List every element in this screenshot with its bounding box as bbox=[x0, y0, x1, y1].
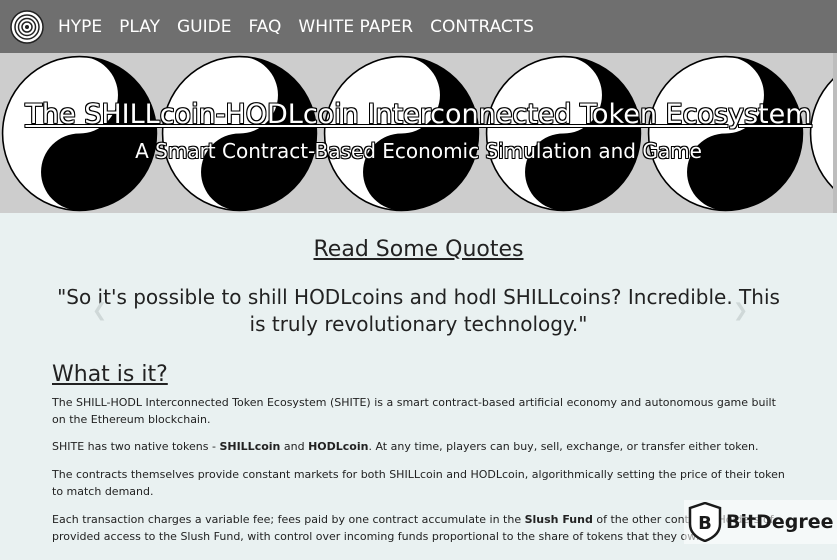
yin-yang-icon bbox=[161, 55, 318, 212]
yin-yang-icon bbox=[485, 55, 642, 212]
hero-banner: The SHILLcoin-HODLcoin Interconnected To… bbox=[0, 53, 837, 213]
section-heading-what-is-it: What is it? bbox=[52, 362, 168, 387]
nav-faq[interactable]: FAQ bbox=[248, 17, 281, 37]
bitdegree-shield-icon: B bbox=[688, 502, 722, 542]
quote-carousel-text: "So it's possible to shill HODLcoins and… bbox=[57, 285, 780, 336]
yin-yang-icon bbox=[647, 55, 804, 212]
yin-yang-icon bbox=[1, 55, 158, 212]
nav-hype[interactable]: HYPE bbox=[58, 17, 102, 37]
spiral-logo-icon[interactable] bbox=[10, 9, 44, 44]
nav-contracts[interactable]: CONTRACTS bbox=[430, 17, 534, 37]
about-paragraph-2: SHITE has two native tokens - SHILLcoin … bbox=[52, 440, 759, 453]
quotes-heading: Read Some Quotes bbox=[313, 237, 524, 262]
about-paragraph-4: Each transaction charges a variable fee;… bbox=[52, 513, 774, 543]
about-paragraph-3: The contracts themselves provide constan… bbox=[52, 468, 785, 498]
svg-text:B: B bbox=[698, 513, 712, 534]
chevron-right-icon[interactable]: ❯ bbox=[733, 300, 748, 321]
watermark-text: BitDegree bbox=[726, 511, 834, 533]
scrollbar[interactable] bbox=[833, 53, 837, 213]
about-paragraph-1: The SHILL-HODL Interconnected Token Ecos… bbox=[52, 396, 776, 426]
page-title: The SHILLcoin-HODLcoin Interconnected To… bbox=[25, 99, 812, 130]
yin-yang-icon bbox=[323, 55, 480, 212]
navbar: HYPE PLAY GUIDE FAQ WHITE PAPER CONTRACT… bbox=[0, 0, 837, 53]
page-subtitle: A Smart Contract-Based Economic Simulati… bbox=[135, 139, 702, 163]
chevron-left-icon[interactable]: ❮ bbox=[92, 300, 107, 321]
nav-guide[interactable]: GUIDE bbox=[177, 17, 231, 37]
nav-white-paper[interactable]: WHITE PAPER bbox=[298, 17, 413, 37]
nav-play[interactable]: PLAY bbox=[119, 17, 160, 37]
watermark: B BitDegree bbox=[684, 500, 837, 544]
